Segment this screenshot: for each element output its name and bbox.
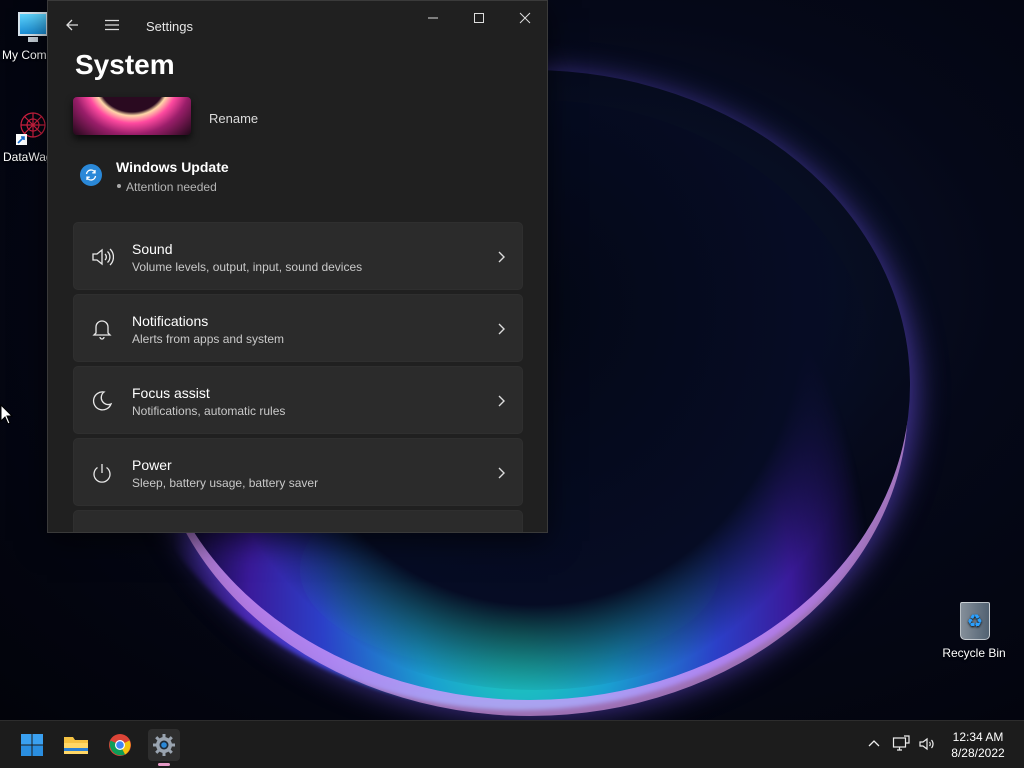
- title-bar[interactable]: Settings: [48, 1, 547, 51]
- file-explorer-button[interactable]: [60, 729, 92, 761]
- desktop-icon-label: Recycle Bin: [942, 646, 1006, 660]
- windows-update-icon: [80, 164, 102, 186]
- hamburger-icon: [105, 19, 119, 31]
- card-subtitle: Volume levels, output, input, sound devi…: [132, 260, 363, 274]
- chevron-up-icon: [868, 740, 880, 747]
- maximize-icon: [474, 13, 484, 23]
- settings-card-focus-assist[interactable]: Focus assist Notifications, automatic ru…: [73, 366, 523, 434]
- mouse-cursor-icon: [0, 403, 14, 431]
- minimize-button[interactable]: [410, 5, 456, 31]
- active-app-indicator: [158, 763, 170, 766]
- maximize-button[interactable]: [456, 5, 502, 31]
- chevron-right-icon: [498, 467, 505, 479]
- close-icon: [519, 12, 531, 24]
- card-subtitle: Alerts from apps and system: [132, 332, 285, 346]
- clock-date: 8/28/2022: [951, 746, 1005, 760]
- settings-window: Settings System Rename Windows Update At…: [47, 0, 548, 533]
- moon-icon: [92, 391, 113, 411]
- settings-card-notifications[interactable]: Notifications Alerts from apps and syste…: [73, 294, 523, 362]
- gear-icon: [153, 734, 175, 756]
- device-wallpaper-thumbnail: [73, 97, 191, 135]
- bell-icon: [92, 320, 112, 340]
- page-title: System: [75, 49, 175, 80]
- chrome-button[interactable]: [104, 729, 136, 761]
- navigation-menu-button[interactable]: [102, 15, 122, 35]
- network-icon: [892, 735, 910, 751]
- chevron-right-icon: [498, 395, 505, 407]
- chevron-right-icon: [498, 323, 505, 335]
- chevron-right-icon: [498, 251, 505, 263]
- desktop-icon-recycle-bin[interactable]: ♻ Recycle Bin: [938, 598, 1010, 660]
- card-subtitle: Notifications, automatic rules: [132, 404, 286, 418]
- settings-card-power[interactable]: Power Sleep, battery usage, battery save…: [73, 438, 523, 506]
- settings-card-sound[interactable]: Sound Volume levels, output, input, soun…: [73, 222, 523, 290]
- start-button[interactable]: [16, 729, 48, 761]
- app-title: Settings: [146, 19, 193, 34]
- minimize-icon: [428, 17, 438, 19]
- card-title: Focus assist: [132, 385, 210, 401]
- settings-card-storage[interactable]: St: [73, 510, 523, 532]
- volume-icon: [919, 737, 934, 751]
- recycle-bin-icon: ♻: [956, 598, 992, 642]
- rename-link[interactable]: Rename: [209, 111, 258, 126]
- card-title: Sound: [132, 241, 173, 257]
- card-title: Power: [132, 457, 172, 473]
- card-title: Notifications: [132, 313, 209, 329]
- close-button[interactable]: [502, 5, 547, 31]
- network-button[interactable]: [892, 735, 910, 758]
- power-icon: [93, 464, 111, 483]
- chrome-icon: [109, 734, 131, 756]
- windows-update-status: Attention needed: [126, 180, 217, 194]
- speaker-icon: [92, 248, 114, 266]
- card-title: St: [132, 529, 145, 532]
- clock-time: 12:34 AM: [952, 730, 1004, 744]
- show-hidden-icons-button[interactable]: [866, 735, 882, 756]
- monitor-icon: [14, 10, 50, 44]
- settings-taskbar-button[interactable]: [148, 729, 180, 761]
- back-button[interactable]: [62, 15, 82, 35]
- volume-button[interactable]: [918, 735, 936, 758]
- windows-logo-icon: [21, 734, 43, 756]
- taskbar: 12:34 AM 8/28/2022: [0, 720, 1024, 768]
- card-subtitle: Sleep, battery usage, battery saver: [132, 476, 319, 490]
- windows-update-title[interactable]: Windows Update: [116, 159, 229, 175]
- folder-icon: [64, 737, 88, 754]
- arrow-left-icon: [66, 19, 78, 31]
- status-dot-icon: [117, 184, 121, 188]
- clock[interactable]: 12:34 AM 8/28/2022: [944, 729, 1012, 761]
